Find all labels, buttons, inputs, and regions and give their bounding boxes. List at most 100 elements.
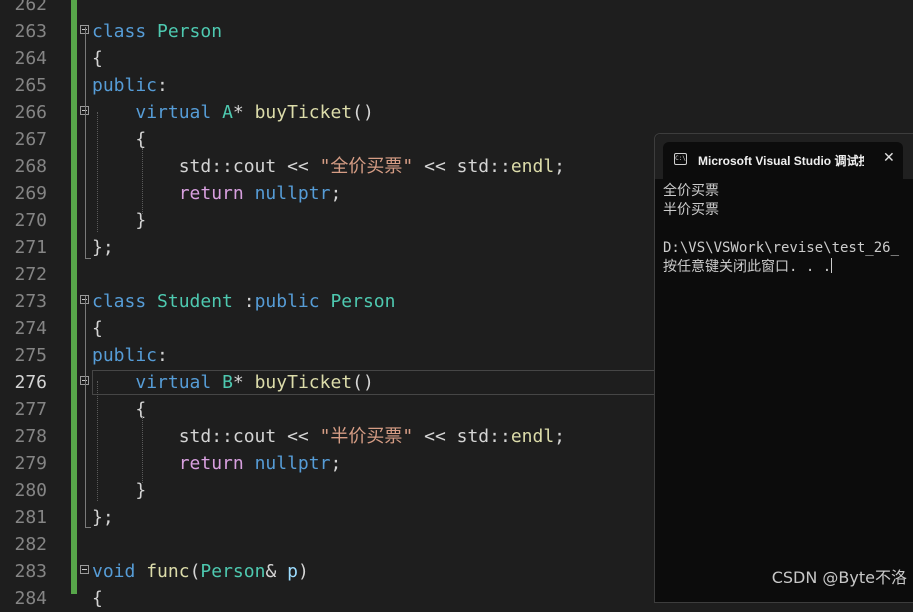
code-token: buyTicket	[254, 102, 353, 123]
line-number: 275	[14, 345, 47, 366]
code-token: void	[92, 561, 136, 582]
code-text: return nullptr;	[92, 450, 342, 477]
console-tab[interactable]: C:\ Microsoft Visual Studio 调试控 ✕	[663, 142, 903, 179]
code-text: };	[92, 234, 114, 261]
code-token: }	[92, 480, 147, 501]
code-token: {	[92, 399, 147, 420]
string-literal: "半价买票"	[319, 426, 414, 447]
code-token: A	[222, 102, 233, 123]
close-icon[interactable]: ✕	[883, 150, 895, 166]
code-text: std::cout << "半价买票" << std::endl;	[92, 423, 565, 450]
code-token: public	[92, 345, 158, 366]
line-number: 270	[14, 210, 47, 231]
code-line[interactable]: 266 virtual A* buyTicket()	[0, 99, 913, 126]
code-token: :	[157, 75, 168, 96]
debug-console-window[interactable]: C:\ Microsoft Visual Studio 调试控 ✕ 全价买票 半…	[654, 133, 913, 603]
line-number: 272	[14, 264, 47, 285]
line-number: 278	[14, 426, 47, 447]
text-cursor	[831, 258, 833, 273]
code-text: return nullptr;	[92, 180, 342, 207]
line-number: 276	[14, 372, 47, 393]
code-token: public	[254, 291, 320, 312]
code-text: class Student :public Person	[92, 288, 395, 315]
line-number: 280	[14, 480, 47, 501]
console-line-text: 按任意键关闭此窗口. . .	[663, 259, 832, 275]
console-line: D:\VS\VSWork\revise\test_26_	[663, 240, 900, 256]
indent-guide	[97, 112, 98, 232]
code-line[interactable]: 263 class Person	[0, 18, 913, 45]
code-token: ()	[352, 372, 374, 393]
code-token: p	[287, 561, 298, 582]
code-token: return	[178, 183, 244, 204]
class-scope-bracket-end	[85, 258, 91, 259]
line-number: 279	[14, 453, 47, 474]
line-number: 265	[14, 75, 47, 96]
console-line: 半价买票	[663, 202, 719, 218]
code-token: B	[222, 372, 233, 393]
code-line[interactable]: 264 {	[0, 45, 913, 72]
code-text: public:	[92, 342, 168, 369]
line-number: 268	[14, 156, 47, 177]
code-text: public:	[92, 72, 168, 99]
code-text: {	[92, 45, 103, 72]
line-number: 267	[14, 129, 47, 150]
code-token: buyTicket	[254, 372, 353, 393]
console-titlebar[interactable]: C:\ Microsoft Visual Studio 调试控 ✕	[655, 134, 913, 179]
code-text: }	[92, 207, 146, 234]
code-token: func	[146, 561, 190, 582]
terminal-icon: C:\	[674, 153, 687, 165]
indent-guide	[142, 148, 143, 214]
code-token: ;	[330, 453, 342, 474]
code-token: nullptr	[254, 183, 331, 204]
code-text: virtual B* buyTicket()	[92, 369, 374, 396]
code-token: };	[92, 507, 114, 528]
code-token: *	[232, 372, 255, 393]
code-token: :	[232, 291, 255, 312]
code-token: std::cout <<	[92, 426, 320, 447]
code-token: ;	[554, 156, 566, 177]
code-token: endl	[510, 426, 555, 447]
line-number: 273	[14, 291, 47, 312]
code-text: };	[92, 504, 114, 531]
code-token: << std::	[413, 156, 511, 177]
code-token: (	[189, 561, 201, 582]
string-literal: "全价买票"	[319, 156, 414, 177]
code-token: ()	[352, 102, 374, 123]
code-token: class	[92, 21, 147, 42]
code-text: class Person	[92, 18, 222, 45]
line-number: 277	[14, 399, 47, 420]
console-line-prompt: 按任意键关闭此窗口. . .	[663, 258, 913, 277]
code-text: {	[92, 315, 103, 342]
code-token: {	[92, 129, 147, 150]
indent-guide	[97, 381, 98, 501]
line-number: 282	[14, 534, 47, 555]
code-text: {	[92, 396, 146, 423]
console-output[interactable]: 全价买票 半价买票 D:\VS\VSWork\revise\test_26_ 按…	[663, 182, 913, 277]
code-token: }	[92, 210, 147, 231]
code-token: nullptr	[254, 453, 331, 474]
line-number: 264	[14, 48, 47, 69]
code-line[interactable]: 265 public:	[0, 72, 913, 99]
line-number: 284	[14, 588, 47, 609]
code-token: };	[92, 237, 114, 258]
code-text: {	[92, 585, 103, 612]
code-token: class	[92, 291, 147, 312]
watermark: CSDN @Byte不洛	[771, 568, 907, 587]
code-token: endl	[510, 156, 555, 177]
code-token: {	[92, 318, 103, 339]
code-token: return	[178, 453, 244, 474]
indent-guide	[142, 417, 143, 483]
code-line[interactable]: 262	[0, 0, 913, 18]
collapse-icon[interactable]	[80, 565, 89, 574]
class-scope-bracket-end	[85, 527, 91, 528]
code-token: ;	[554, 426, 566, 447]
code-token: ;	[330, 183, 342, 204]
code-text: }	[92, 477, 146, 504]
